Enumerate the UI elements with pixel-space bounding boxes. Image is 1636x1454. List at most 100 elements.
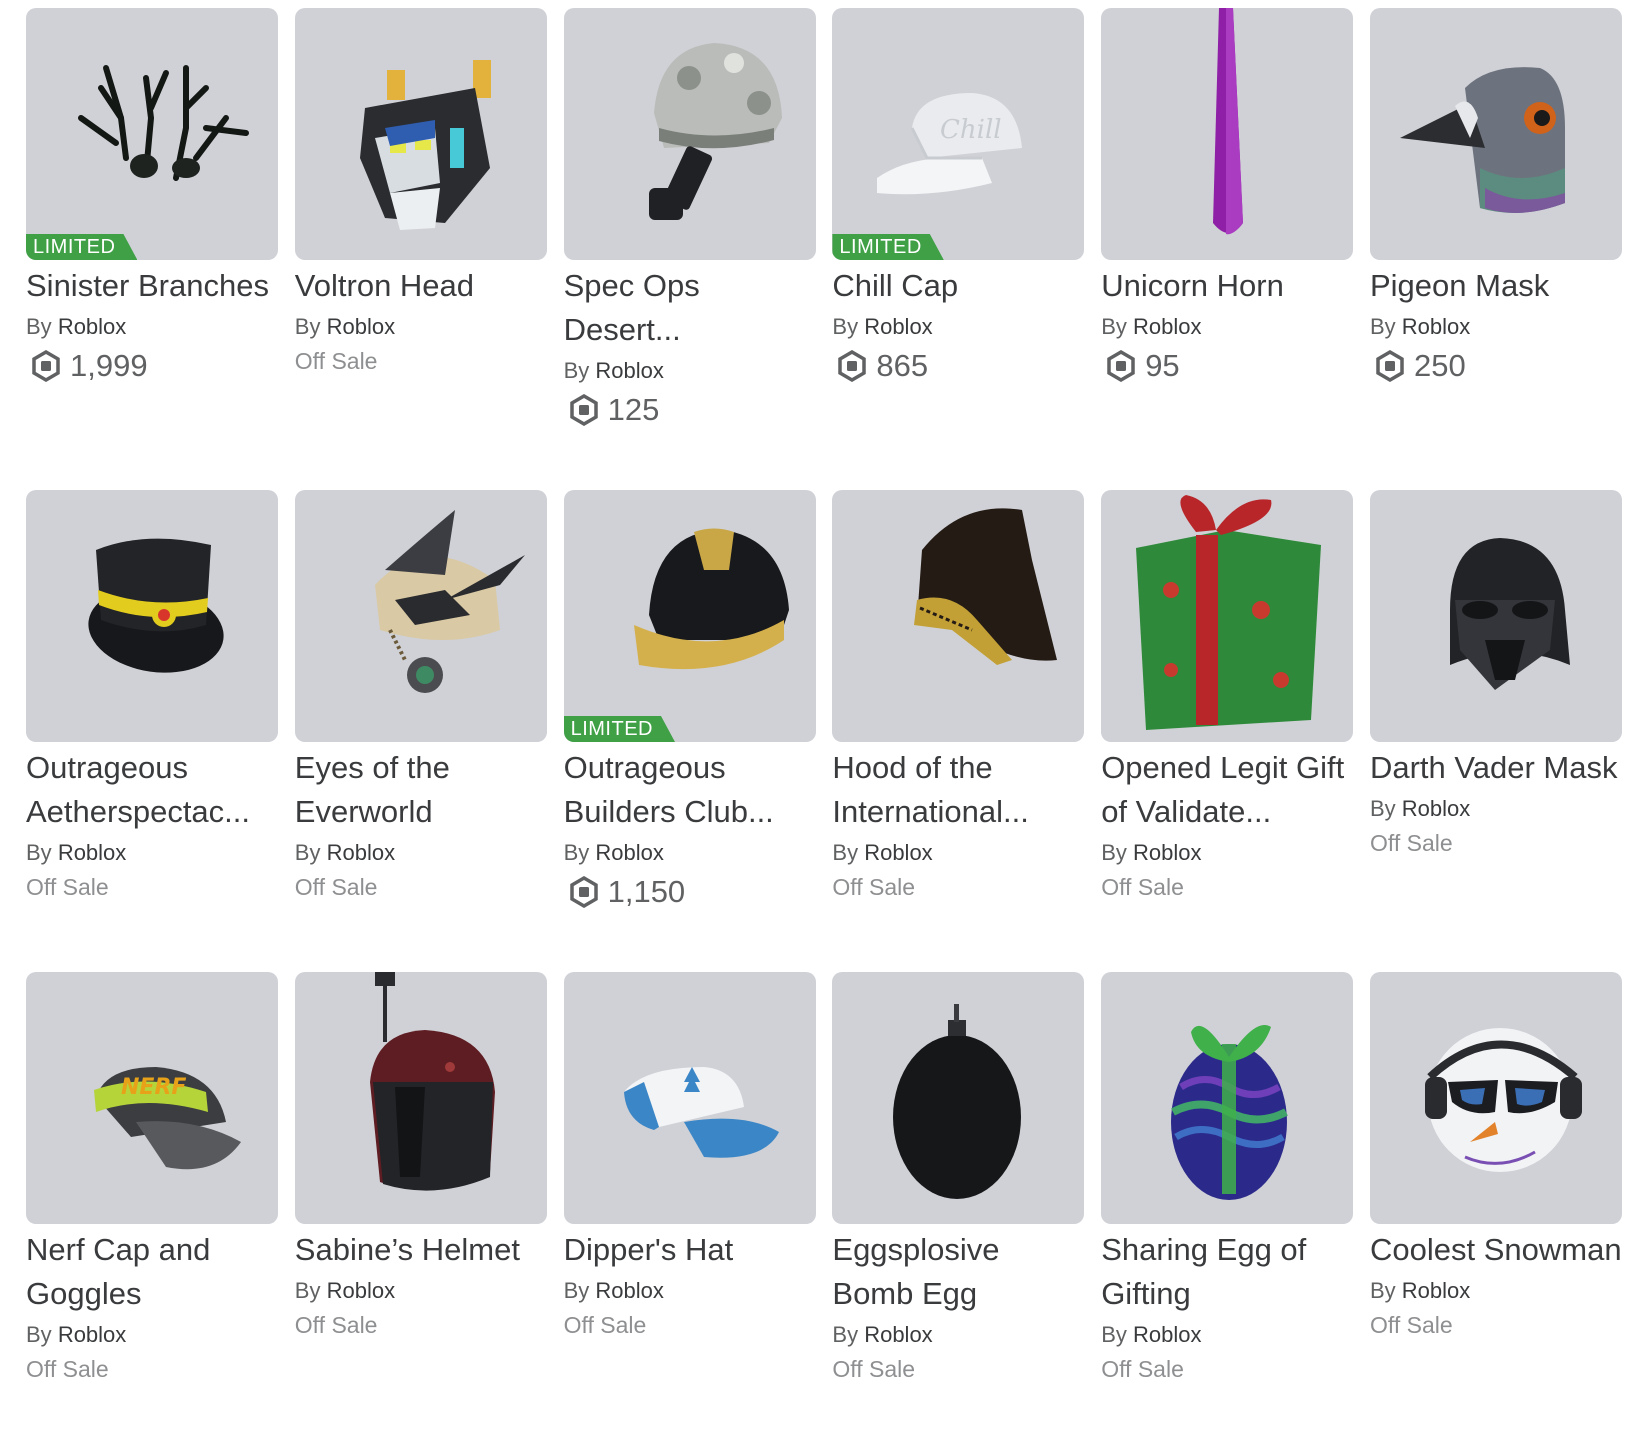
item-price: 95 (1101, 346, 1353, 386)
off-sale-label: Off Sale (294, 1312, 378, 1338)
creator-link[interactable]: Roblox (864, 840, 932, 865)
off-sale-label: Off Sale (832, 1356, 916, 1382)
robux-icon (569, 876, 598, 908)
item-card[interactable]: Dipper's Hat By Roblox Off Sale (563, 972, 816, 1454)
item-card[interactable]: Eyes of the Everworld By Roblox Off Sale (294, 490, 547, 972)
creator-link[interactable]: Roblox (58, 314, 126, 339)
item-price: 250 (1370, 346, 1622, 386)
item-thumbnail[interactable] (1369, 8, 1622, 260)
creator-link[interactable]: Roblox (595, 358, 663, 383)
item-thumbnail[interactable] (832, 490, 1085, 742)
item-thumbnail[interactable] (563, 972, 816, 1224)
item-card[interactable]: Eggsplosive Bomb Egg By Roblox Off Sale (832, 972, 1085, 1454)
robux-icon (838, 350, 867, 382)
horn-icon (1213, 8, 1244, 235)
item-card[interactable]: Sharing Egg of Gifting By Roblox Off Sal… (1101, 972, 1354, 1454)
creator-link[interactable]: Roblox (864, 314, 932, 339)
item-name[interactable]: Sharing Egg of Gifting (1101, 1228, 1353, 1316)
robot-head-icon (359, 60, 491, 230)
goggles-hat-icon (374, 510, 525, 693)
item-card[interactable]: Darth Vader Mask By Roblox Off Sale (1369, 490, 1622, 972)
item-creator: By Roblox (295, 838, 547, 868)
item-name[interactable]: Spec Ops Desert... (564, 264, 816, 352)
item-thumbnail[interactable] (1369, 490, 1622, 742)
item-name[interactable]: Unicorn Horn (1101, 264, 1353, 308)
creator-link[interactable]: Roblox (58, 840, 126, 865)
creator-link[interactable]: Roblox (864, 1322, 932, 1347)
item-thumbnail[interactable]: LIMITED (563, 490, 816, 742)
item-thumbnail[interactable] (832, 972, 1085, 1224)
item-card[interactable]: Unicorn Horn By Roblox 95 (1101, 8, 1354, 490)
item-thumbnail[interactable] (563, 8, 816, 260)
item-name[interactable]: Sinister Branches (26, 264, 278, 308)
item-name[interactable]: Coolest Snowman (1370, 1228, 1622, 1272)
creator-link[interactable]: Roblox (327, 840, 395, 865)
by-label: By (294, 1278, 321, 1303)
creator-link[interactable]: Roblox (1133, 314, 1201, 339)
creator-link[interactable]: Roblox (1402, 796, 1470, 821)
creator-link[interactable]: Roblox (327, 1278, 395, 1303)
item-name[interactable]: Eyes of the Everworld (295, 746, 547, 834)
creator-link[interactable]: Roblox (1133, 840, 1201, 865)
item-name[interactable]: Nerf Cap and Goggles (26, 1228, 278, 1316)
by-label: By (832, 840, 859, 865)
creator-link[interactable]: Roblox (595, 840, 663, 865)
item-name[interactable]: Sabine’s Helmet (295, 1228, 547, 1272)
item-name[interactable]: Eggsplosive Bomb Egg (832, 1228, 1084, 1316)
robux-icon (1376, 350, 1404, 382)
by-label: By (832, 1322, 859, 1347)
snowman-icon (1424, 1028, 1582, 1172)
item-thumbnail[interactable] (1101, 490, 1354, 742)
vader-mask-icon (1449, 538, 1570, 690)
item-thumbnail[interactable] (1101, 972, 1354, 1224)
item-thumbnail[interactable] (1101, 8, 1354, 260)
dipper-hat-icon (623, 1067, 779, 1158)
item-card[interactable]: NERF Nerf Cap and Goggles By Roblox Off … (26, 972, 278, 1454)
by-label: By (1101, 840, 1127, 865)
creator-link[interactable]: Roblox (58, 1322, 126, 1347)
item-card[interactable]: Chill LIMITED Chill Cap By Roblox 865 (832, 8, 1085, 490)
item-name[interactable]: Dipper's Hat (564, 1228, 816, 1272)
item-name[interactable]: Chill Cap (832, 264, 1084, 308)
item-card[interactable]: LIMITED Outrageous Builders Club... By R… (563, 490, 816, 972)
by-label: By (1369, 796, 1396, 821)
item-name[interactable]: Outrageous Aetherspectac... (26, 746, 278, 834)
item-card[interactable]: Sabine’s Helmet By Roblox Off Sale (294, 972, 547, 1454)
item-card[interactable]: Coolest Snowman By Roblox Off Sale (1369, 972, 1622, 1454)
by-label: By (26, 314, 52, 339)
item-card[interactable]: Opened Legit Gift of Validate... By Robl… (1101, 490, 1354, 972)
item-card[interactable]: Hood of the International... By Roblox O… (832, 490, 1085, 972)
robux-icon (32, 350, 60, 382)
item-name[interactable]: Hood of the International... (832, 746, 1084, 834)
item-thumbnail[interactable] (26, 490, 278, 742)
off-sale-label: Off Sale (563, 1312, 647, 1338)
item-name[interactable]: Pigeon Mask (1370, 264, 1622, 308)
by-label: By (832, 314, 859, 339)
item-card[interactable]: Voltron Head By Roblox Off Sale (294, 8, 547, 490)
item-card[interactable]: Outrageous Aetherspectac... By Roblox Of… (26, 490, 278, 972)
item-creator: By Roblox (832, 1320, 1084, 1350)
item-creator: By Roblox (1370, 1276, 1622, 1306)
limited-badge: LIMITED (564, 716, 675, 742)
item-thumbnail[interactable] (1369, 972, 1622, 1224)
item-card[interactable]: LIMITED Sinister Branches By Roblox 1,99… (26, 8, 278, 490)
creator-link[interactable]: Roblox (327, 314, 395, 339)
item-card[interactable]: Pigeon Mask By Roblox 250 (1369, 8, 1622, 490)
item-name[interactable]: Voltron Head (295, 264, 547, 308)
item-creator: By Roblox (26, 1320, 278, 1350)
item-thumbnail[interactable]: Chill LIMITED (832, 8, 1085, 260)
item-name[interactable]: Darth Vader Mask (1370, 746, 1622, 790)
item-name[interactable]: Opened Legit Gift of Validate... (1101, 746, 1353, 834)
creator-link[interactable]: Roblox (1402, 314, 1470, 339)
item-thumbnail[interactable] (294, 490, 547, 742)
creator-link[interactable]: Roblox (1133, 1322, 1201, 1347)
creator-link[interactable]: Roblox (595, 1278, 663, 1303)
item-thumbnail[interactable] (294, 972, 547, 1224)
item-name[interactable]: Outrageous Builders Club... (564, 746, 816, 834)
creator-link[interactable]: Roblox (1402, 1278, 1470, 1303)
item-card[interactable]: Spec Ops Desert... By Roblox 125 (563, 8, 816, 490)
item-thumbnail[interactable]: NERF (26, 972, 278, 1224)
item-thumbnail[interactable]: LIMITED (26, 8, 278, 260)
nerf-cap-icon: NERF (94, 1067, 241, 1170)
item-thumbnail[interactable] (294, 8, 547, 260)
